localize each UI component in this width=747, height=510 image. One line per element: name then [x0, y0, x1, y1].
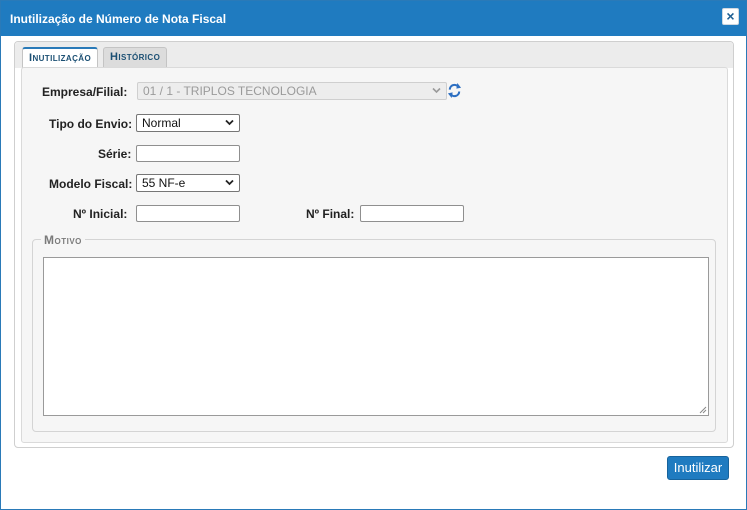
numero-final-label: Nº Final:: [306, 207, 355, 221]
close-icon: ×: [726, 8, 735, 24]
numero-final-input[interactable]: [360, 205, 464, 222]
numero-inicial-input[interactable]: [136, 205, 240, 222]
motivo-legend: Motivo: [41, 233, 85, 247]
dialog-title: Inutilização de Número de Nota Fiscal: [10, 12, 227, 26]
dialog-titlebar: Inutilização de Número de Nota Fiscal ×: [1, 1, 746, 36]
modelo-fiscal-label: Modelo Fiscal:: [49, 177, 133, 191]
motivo-textarea[interactable]: [43, 257, 709, 416]
chevron-down-icon: [431, 84, 442, 100]
serie-label: Série:: [98, 147, 132, 161]
inutilizar-button[interactable]: Inutilizar: [667, 456, 729, 480]
tipo-envio-select[interactable]: Normal: [136, 114, 240, 132]
empresa-value: 01 / 1 - TRIPLOS TECNOLOGIA: [143, 84, 317, 98]
numero-inicial-label: Nº Inicial:: [73, 207, 128, 221]
tab-inutilizacao[interactable]: Inutilização: [22, 47, 99, 69]
chevron-down-icon: [224, 176, 235, 192]
tab-historico[interactable]: Histórico: [103, 47, 168, 69]
modelo-fiscal-select[interactable]: 55 NF-e: [136, 174, 240, 192]
chevron-down-icon: [224, 116, 235, 132]
resize-grip-icon[interactable]: [699, 406, 707, 414]
refresh-icon[interactable]: [447, 82, 462, 99]
inutilizacao-dialog: Inutilização de Número de Nota Fiscal × …: [0, 0, 747, 510]
close-button[interactable]: ×: [722, 8, 739, 25]
tipo-envio-label: Tipo do Envio:: [49, 117, 133, 131]
empresa-label: Empresa/Filial:: [42, 85, 128, 99]
empresa-select[interactable]: 01 / 1 - TRIPLOS TECNOLOGIA: [137, 82, 447, 100]
serie-input[interactable]: [136, 145, 240, 162]
tab-strip: Inutilização Histórico: [15, 42, 733, 69]
tipo-envio-value: Normal: [142, 116, 181, 130]
modelo-fiscal-value: 55 NF-e: [142, 176, 186, 190]
